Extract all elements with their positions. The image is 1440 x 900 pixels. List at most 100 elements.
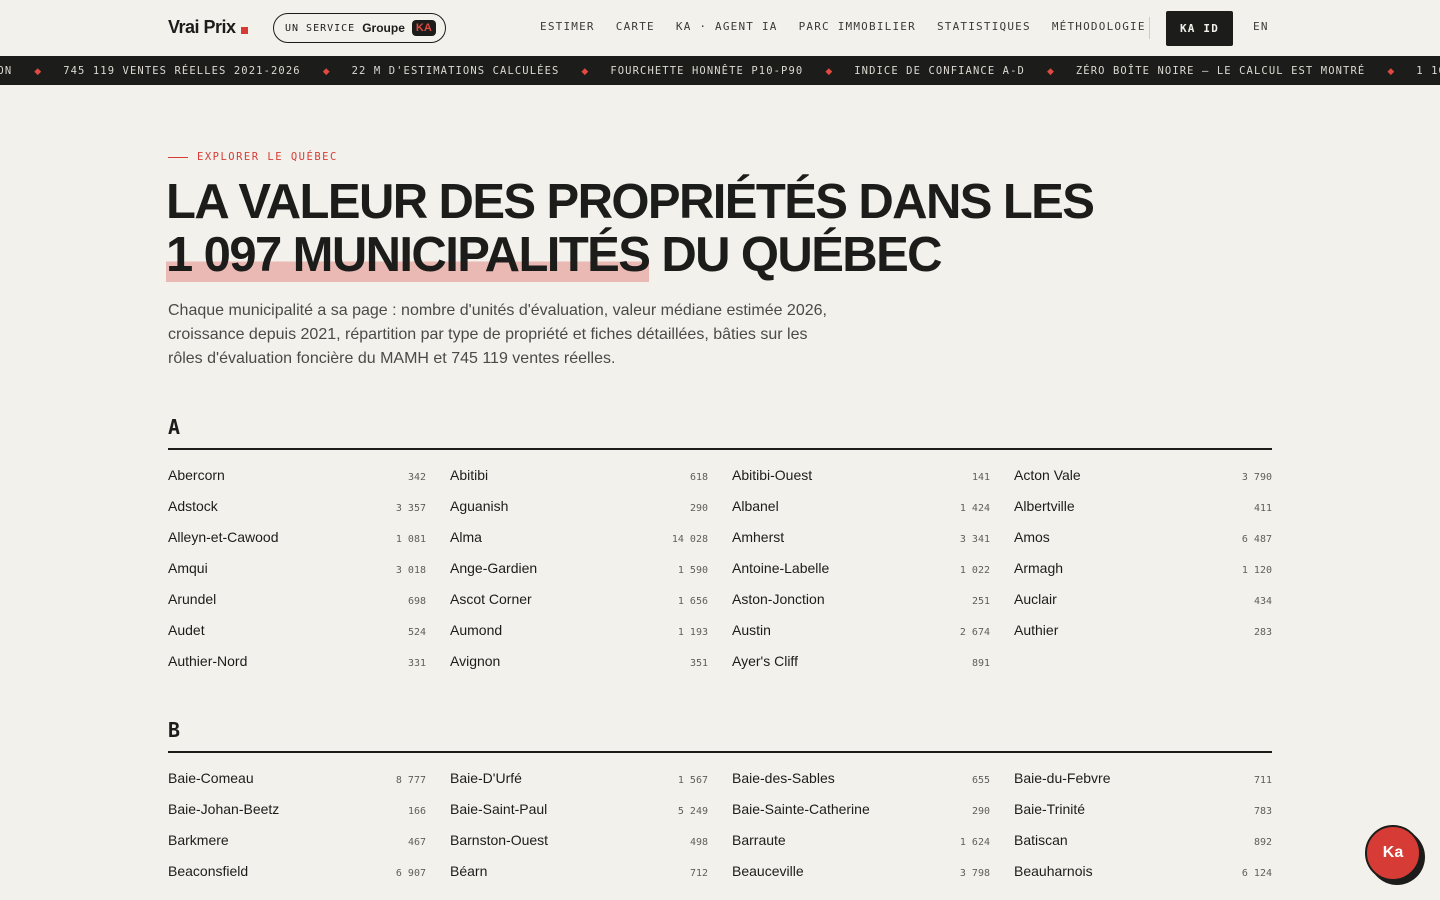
municipality-name: Auclair: [1014, 591, 1057, 607]
municipality-unit-count: 8 777: [395, 775, 426, 786]
ticker-item: ZÉRO BOÎTE NOIRE — LE CALCUL EST MONTRÉ: [1075, 65, 1366, 77]
municipality-unit-count: 3 341: [959, 534, 990, 545]
municipality-unit-count: 14 028: [671, 534, 708, 545]
nav-parc-immobilier[interactable]: PARC IMMOBILIER: [799, 20, 916, 33]
main-nav: ESTIMER CARTE KA · AGENT IA PARC IMMOBIL…: [540, 20, 1146, 33]
nav-methodologie[interactable]: MÉTHODOLOGIE: [1052, 20, 1146, 33]
municipality-link[interactable]: Adstock 3 357: [168, 491, 426, 522]
municipality-name: Alleyn-et-Cawood: [168, 529, 279, 545]
municipality-link[interactable]: Ange-Gardien 1 590: [450, 553, 708, 584]
municipality-link[interactable]: Aston-Jonction 251: [732, 584, 990, 615]
municipality-link[interactable]: Abercorn 342: [168, 460, 426, 491]
municipality-unit-count: 1 567: [677, 775, 708, 786]
municipality-link[interactable]: Baie-Johan-Beetz 166: [168, 794, 426, 825]
groupe-ka-badge: KA: [411, 20, 436, 36]
logo-text: Vrai Prix: [168, 17, 236, 37]
municipality-link[interactable]: Baie-D'Urfé 1 567: [450, 763, 708, 794]
municipality-link[interactable]: Béarn 712: [450, 856, 708, 887]
municipality-link[interactable]: Baie-Sainte-Catherine 290: [732, 794, 990, 825]
municipality-link[interactable]: Armagh 1 120: [1014, 553, 1272, 584]
logo[interactable]: Vrai Prix: [168, 17, 248, 38]
municipality-unit-count: 331: [407, 658, 426, 669]
ticker-item: 745 119 VENTES RÉELLES 2021-2026: [63, 65, 301, 77]
municipality-link[interactable]: Amherst 3 341: [732, 522, 990, 553]
municipality-link[interactable]: Barkmere 467: [168, 825, 426, 856]
municipality-link[interactable]: Authier 283: [1014, 615, 1272, 646]
municipality-link[interactable]: Audet 524: [168, 615, 426, 646]
municipality-link[interactable]: Abitibi-Ouest 141: [732, 460, 990, 491]
municipality-link[interactable]: Aguanish 290: [450, 491, 708, 522]
municipality-link[interactable]: Albertville 411: [1014, 491, 1272, 522]
municipality-link[interactable]: Ayer's Cliff 891: [732, 646, 990, 677]
municipality-link[interactable]: Austin 2 674: [732, 615, 990, 646]
municipality-name: Adstock: [168, 498, 218, 514]
ka-id-button[interactable]: KA ID: [1166, 11, 1233, 46]
municipality-link[interactable]: Amos 6 487: [1014, 522, 1272, 553]
municipality-link[interactable]: Baie-Trinité 783: [1014, 794, 1272, 825]
municipality-link[interactable]: Auclair 434: [1014, 584, 1272, 615]
municipality-name: Aumond: [450, 622, 503, 638]
language-toggle[interactable]: EN: [1253, 20, 1269, 33]
ticker-item: 22 M D'ESTIMATIONS CALCULÉES: [351, 65, 560, 77]
municipality-link[interactable]: Batiscan 892: [1014, 825, 1272, 856]
municipality-unit-count: 698: [407, 596, 426, 607]
municipality-name: Baie-du-Febvre: [1014, 770, 1111, 786]
municipality-name: Acton Vale: [1014, 467, 1081, 483]
municipality-unit-count: 1 590: [677, 565, 708, 576]
nav-ka-agent-ia[interactable]: KA · AGENT IA: [676, 20, 778, 33]
municipality-link[interactable]: Acton Vale 3 790: [1014, 460, 1272, 491]
municipality-unit-count: 655: [971, 775, 990, 786]
nav-statistiques[interactable]: STATISTIQUES: [937, 20, 1031, 33]
municipality-name: Albanel: [732, 498, 779, 514]
ka-chat-button[interactable]: Ka: [1365, 825, 1421, 881]
municipality-unit-count: 1 081: [395, 534, 426, 545]
nav-estimer[interactable]: ESTIMER: [540, 20, 595, 33]
municipality-unit-count: 1 424: [959, 503, 990, 514]
municipality-unit-count: 618: [689, 472, 708, 483]
municipality-name: Beauceville: [732, 863, 804, 879]
nav-carte[interactable]: CARTE: [616, 20, 655, 33]
municipality-link[interactable]: Albanel 1 424: [732, 491, 990, 522]
municipality-name: Antoine-Labelle: [732, 560, 830, 576]
municipality-link[interactable]: Beaconsfield 6 907: [168, 856, 426, 887]
municipality-link[interactable]: Alma 14 028: [450, 522, 708, 553]
municipality-link[interactable]: Baie-du-Febvre 711: [1014, 763, 1272, 794]
municipality-link[interactable]: Beauceville 3 798: [732, 856, 990, 887]
municipality-link[interactable]: Alleyn-et-Cawood 1 081: [168, 522, 426, 553]
section-divider: [168, 751, 1272, 753]
municipality-link[interactable]: Baie-des-Sables 655: [732, 763, 990, 794]
municipality-link[interactable]: Abitibi 618: [450, 460, 708, 491]
page-title: LA VALEUR DES PROPRIÉTÉS DANS LES 1 097 …: [166, 176, 1166, 282]
municipality-unit-count: 342: [407, 472, 426, 483]
ticker-separator-icon: ◆: [1387, 65, 1395, 76]
municipality-link[interactable]: Authier-Nord 331: [168, 646, 426, 677]
municipality-link[interactable]: Barraute 1 624: [732, 825, 990, 856]
site-header: Vrai Prix UN SERVICE Groupe KA ESTIMER C…: [0, 0, 1440, 56]
municipality-link[interactable]: Ascot Corner 1 656: [450, 584, 708, 615]
municipality-link[interactable]: Arundel 698: [168, 584, 426, 615]
municipality-unit-count: 3 798: [959, 868, 990, 879]
title-line-1: LA VALEUR DES PROPRIÉTÉS DANS LES: [166, 175, 1095, 229]
municipality-link[interactable]: Antoine-Labelle 1 022: [732, 553, 990, 584]
municipality-link[interactable]: Amqui 3 018: [168, 553, 426, 584]
groupe-ka-service-pill[interactable]: UN SERVICE Groupe KA: [273, 13, 446, 43]
municipality-link[interactable]: Baie-Saint-Paul 5 249: [450, 794, 708, 825]
intro-paragraph: Chaque municipalité a sa page : nombre d…: [168, 302, 827, 367]
ticker-separator-icon: ◆: [581, 65, 589, 76]
municipality-unit-count: 498: [689, 837, 708, 848]
ticker-separator-icon: ◆: [34, 65, 42, 76]
municipality-unit-count: 524: [407, 627, 426, 638]
title-highlight: 1 097 MUNICIPALITÉS: [166, 228, 651, 282]
municipality-link[interactable]: Baie-Comeau 8 777: [168, 763, 426, 794]
municipality-link[interactable]: Barnston-Ouest 498: [450, 825, 708, 856]
municipality-unit-count: 283: [1253, 627, 1272, 638]
municipality-link[interactable]: Avignon 351: [450, 646, 708, 677]
municipality-link[interactable]: Beauharnois 6 124: [1014, 856, 1272, 887]
municipality-name: Baie-D'Urfé: [450, 770, 522, 786]
municipality-unit-count: 1 022: [959, 565, 990, 576]
section-divider: [168, 448, 1272, 450]
municipality-name: Aston-Jonction: [732, 591, 825, 607]
municipality-name: Barkmere: [168, 832, 229, 848]
municipality-link[interactable]: Aumond 1 193: [450, 615, 708, 646]
municipality-unit-count: 6 487: [1241, 534, 1272, 545]
